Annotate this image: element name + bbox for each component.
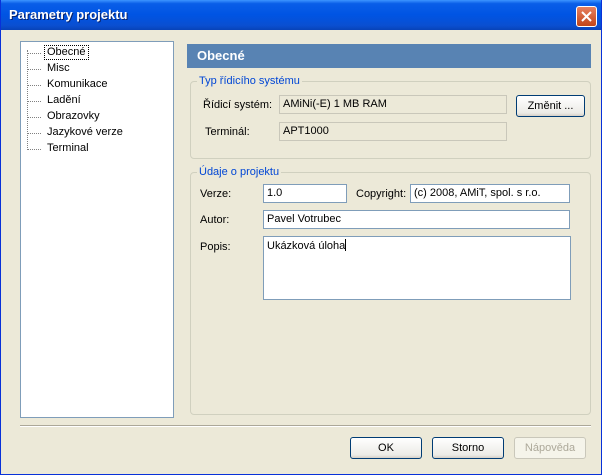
project-info-legend: Údaje o projektu	[199, 166, 280, 178]
tree-item-komunikace[interactable]: Komunikace	[27, 78, 110, 92]
text-caret	[345, 239, 347, 251]
change-system-button[interactable]: Změnit ...	[516, 95, 585, 117]
close-icon	[581, 11, 592, 22]
tree-item-obrazovky[interactable]: Obrazovky	[27, 110, 102, 124]
description-text: Ukázková úloha	[267, 240, 346, 252]
settings-tree[interactable]: Obecné Misc Komunikace Ladění Obrazovky …	[20, 41, 174, 418]
tree-item-label: Terminal	[47, 142, 89, 154]
tree-item-obecne[interactable]: Obecné	[27, 45, 89, 60]
panel-title: Obecné	[197, 48, 245, 63]
help-button[interactable]: Nápověda	[514, 437, 586, 459]
terminal-label: Terminál:	[205, 126, 250, 138]
tree-item-terminal[interactable]: Terminal	[27, 142, 91, 156]
dialog-window: Parametry projektu Obecné Misc Komunikac…	[0, 0, 602, 475]
tree-item-label: Ladění	[47, 94, 81, 106]
tree-item-label: Jazykové verze	[47, 126, 123, 138]
title-bar[interactable]: Parametry projektu	[1, 0, 601, 30]
cancel-button[interactable]: Storno	[432, 437, 504, 459]
tree-item-jazykove-verze[interactable]: Jazykové verze	[27, 126, 125, 140]
author-input[interactable]: Pavel Votrubec	[263, 210, 570, 229]
system-type-legend: Typ řídicího systému	[199, 75, 300, 87]
control-system-label: Řídicí systém:	[203, 99, 273, 111]
description-textarea[interactable]: Ukázková úloha	[263, 236, 571, 300]
ok-button[interactable]: OK	[350, 437, 422, 459]
tree-item-misc[interactable]: Misc	[27, 62, 72, 76]
tree-item-label: Misc	[47, 62, 70, 74]
tree-item-ladeni[interactable]: Ladění	[27, 94, 83, 108]
description-label: Popis:	[200, 241, 231, 253]
system-type-group: Typ řídicího systému	[190, 75, 591, 159]
close-button[interactable]	[576, 6, 597, 27]
terminal-field: APT1000	[279, 122, 507, 141]
copyright-label: Copyright:	[356, 188, 407, 200]
author-label: Autor:	[200, 214, 230, 226]
tree-item-label: Komunikace	[47, 78, 108, 90]
window-title: Parametry projektu	[9, 7, 128, 22]
panel-header: Obecné	[187, 44, 591, 68]
version-input[interactable]: 1.0	[263, 184, 347, 203]
version-label: Verze:	[200, 188, 232, 200]
copyright-input[interactable]: (c) 2008, AMiT, spol. s r.o.	[410, 184, 570, 203]
footer-separator	[20, 425, 591, 427]
control-system-field: AMiNi(-E) 1 MB RAM	[279, 95, 507, 114]
tree-item-label: Obrazovky	[47, 110, 100, 122]
tree-item-label: Obecné	[44, 45, 89, 60]
